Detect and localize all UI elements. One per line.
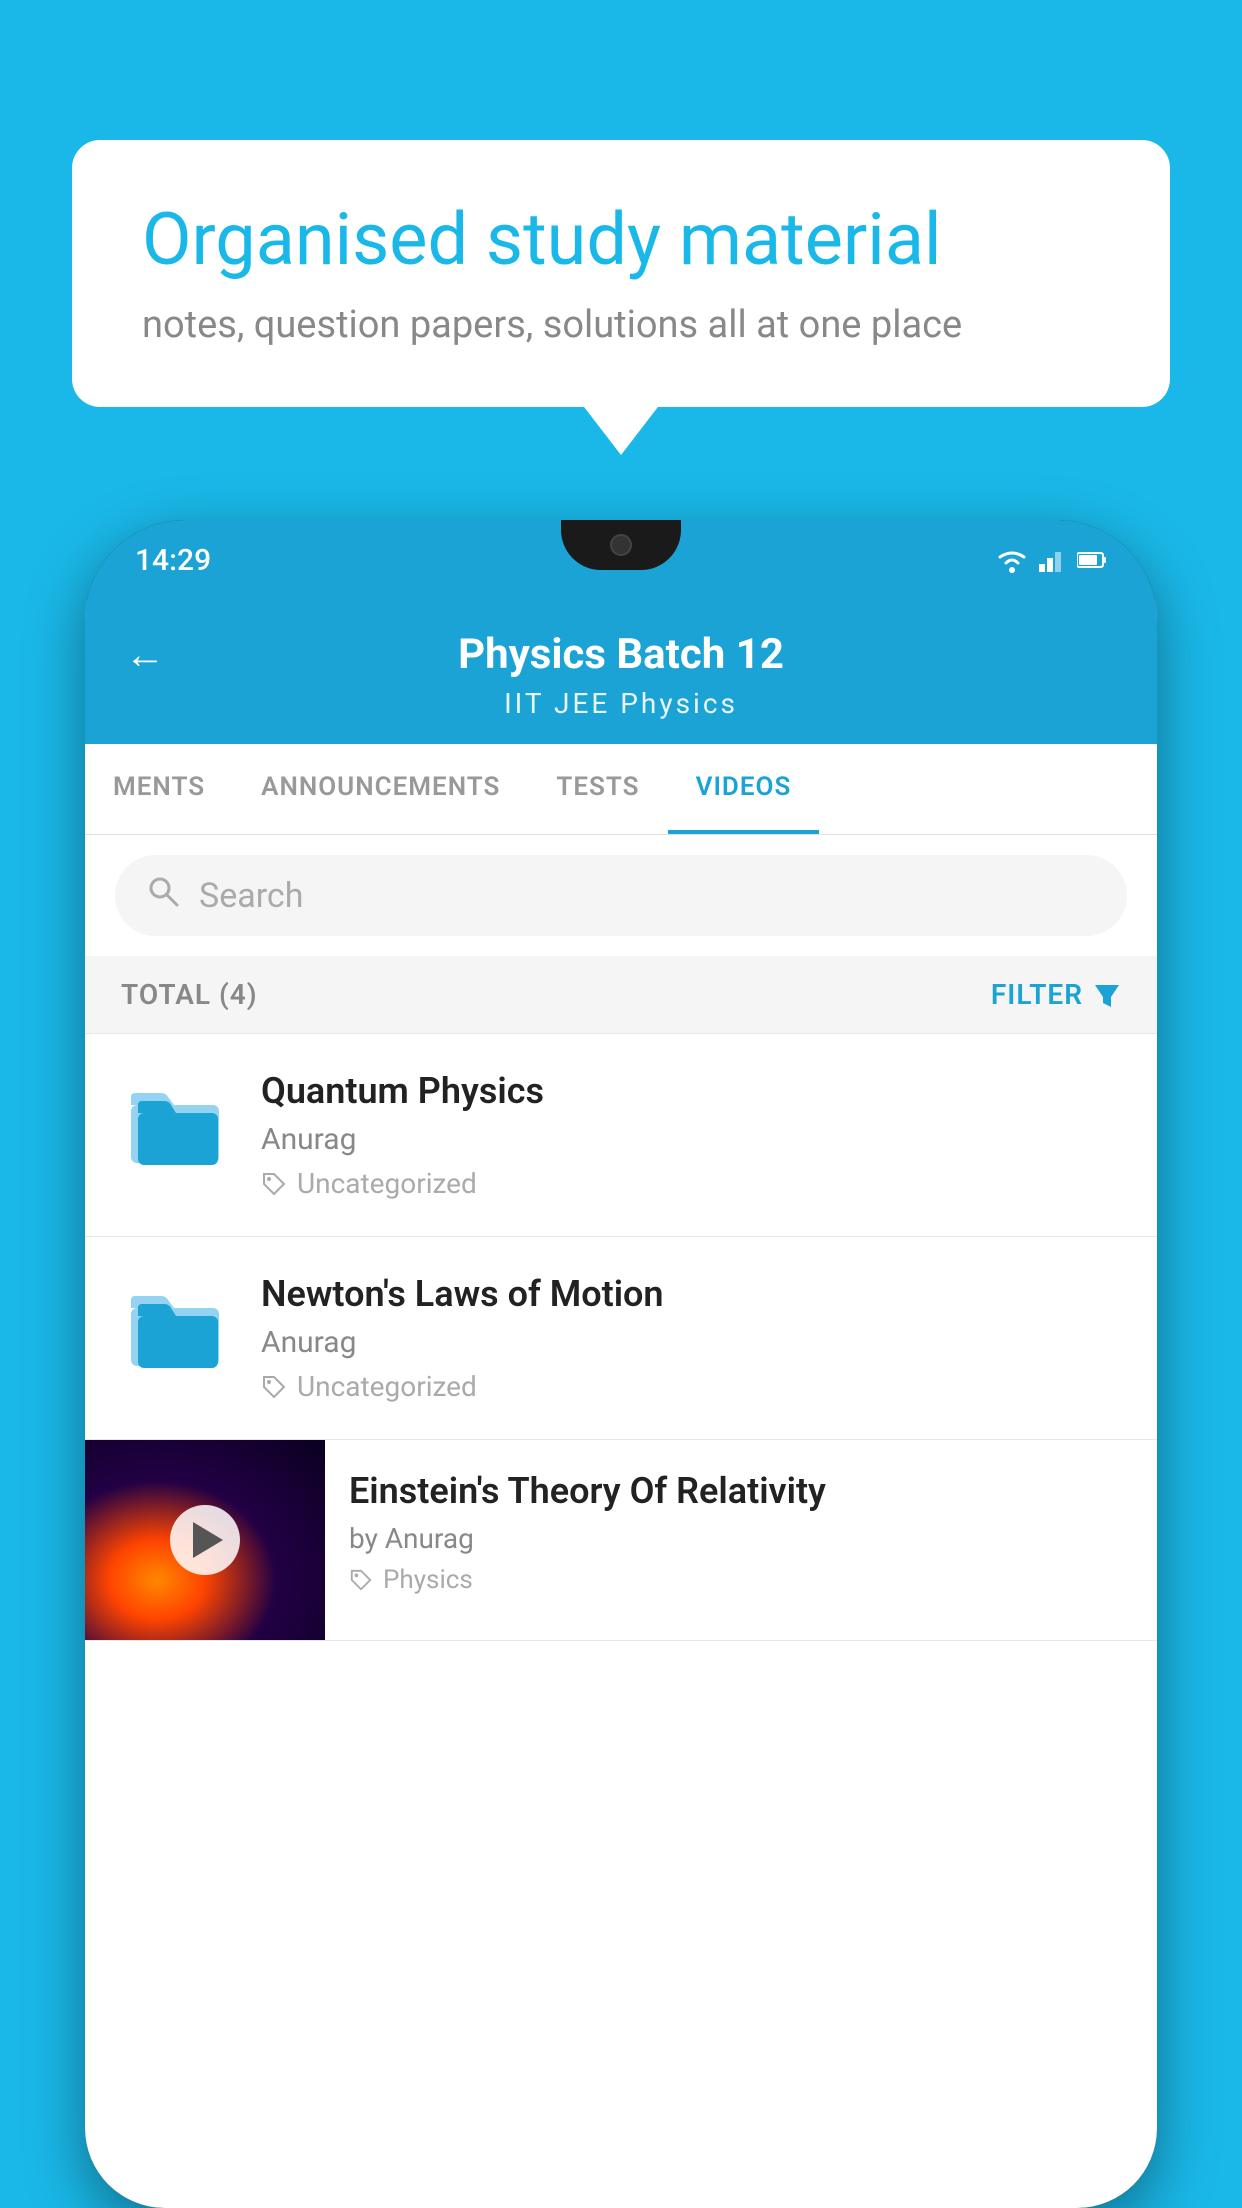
- wifi-icon: [995, 547, 1029, 573]
- video-title-1: Quantum Physics: [261, 1070, 1121, 1112]
- back-button[interactable]: ←: [125, 631, 165, 678]
- play-button[interactable]: [170, 1505, 240, 1575]
- tag-icon: [261, 1374, 287, 1400]
- video-tag-text-3: Physics: [383, 1565, 473, 1595]
- tag-icon: [261, 1171, 287, 1197]
- play-triangle-icon: [193, 1522, 223, 1558]
- video-tag-text-2: Uncategorized: [297, 1370, 477, 1403]
- phone-status-bar: 14:29: [85, 520, 1157, 600]
- app-header: ← Physics Batch 12 IIT JEE Physics: [85, 600, 1157, 744]
- video-author-1: Anurag: [261, 1122, 1121, 1157]
- header-title: Physics Batch 12: [458, 630, 784, 679]
- speech-bubble-container: Organised study material notes, question…: [72, 140, 1170, 407]
- phone-frame: 14:29: [85, 520, 1157, 2208]
- video-info-1: Quantum Physics Anurag Uncategorized: [261, 1070, 1121, 1200]
- status-time: 14:29: [135, 543, 211, 578]
- phone-screen: ← Physics Batch 12 IIT JEE Physics MENTS…: [85, 600, 1157, 2208]
- video-author-2: Anurag: [261, 1325, 1121, 1360]
- tabs-container: MENTS ANNOUNCEMENTS TESTS VIDEOS: [85, 744, 1157, 835]
- video-title-3: Einstein's Theory Of Relativity: [349, 1470, 1133, 1512]
- search-placeholder: Search: [199, 876, 303, 916]
- header-subtitle: IIT JEE Physics: [504, 687, 738, 720]
- tag-icon: [349, 1568, 373, 1592]
- phone-camera: [610, 534, 632, 556]
- speech-bubble-title: Organised study material: [142, 200, 1100, 279]
- search-icon: [145, 873, 181, 918]
- video-tag-1: Uncategorized: [261, 1167, 1121, 1200]
- phone-notch: [561, 520, 681, 570]
- video-title-2: Newton's Laws of Motion: [261, 1273, 1121, 1315]
- status-icons: [995, 547, 1107, 573]
- video-info-2: Newton's Laws of Motion Anurag Uncategor…: [261, 1273, 1121, 1403]
- video-thumb-1: [121, 1070, 231, 1180]
- battery-icon: [1077, 550, 1107, 570]
- search-box[interactable]: Search: [115, 855, 1127, 936]
- signal-icon: [1039, 548, 1067, 572]
- video-thumb-2: [121, 1273, 231, 1383]
- list-item[interactable]: Quantum Physics Anurag Uncategorized: [85, 1034, 1157, 1237]
- filter-row: TOTAL (4) FILTER: [85, 956, 1157, 1034]
- tab-videos[interactable]: VIDEOS: [668, 744, 820, 834]
- total-label: TOTAL (4): [121, 978, 258, 1011]
- folder-icon: [126, 1075, 226, 1175]
- video-tag-text-1: Uncategorized: [297, 1167, 477, 1200]
- tab-announcements[interactable]: ANNOUNCEMENTS: [233, 744, 528, 834]
- filter-label: FILTER: [991, 978, 1083, 1011]
- video-author-3: by Anurag: [349, 1522, 1133, 1555]
- filter-button[interactable]: FILTER: [991, 978, 1121, 1011]
- video-tag-2: Uncategorized: [261, 1370, 1121, 1403]
- tab-tests[interactable]: TESTS: [528, 744, 667, 834]
- video-info-3: Einstein's Theory Of Relativity by Anura…: [325, 1440, 1157, 1625]
- list-item[interactable]: Newton's Laws of Motion Anurag Uncategor…: [85, 1237, 1157, 1440]
- video-list: Quantum Physics Anurag Uncategorized: [85, 1034, 1157, 1641]
- header-subtitle-physics: Physics: [620, 687, 738, 720]
- list-item[interactable]: Einstein's Theory Of Relativity by Anura…: [85, 1440, 1157, 1641]
- tab-ments[interactable]: MENTS: [85, 744, 233, 834]
- search-container: Search: [85, 835, 1157, 956]
- app-header-top: ← Physics Batch 12: [125, 630, 1117, 679]
- speech-bubble: Organised study material notes, question…: [72, 140, 1170, 407]
- video-thumbnail-3: [85, 1440, 325, 1640]
- video-tag-3: Physics: [349, 1565, 1133, 1595]
- folder-icon: [126, 1278, 226, 1378]
- speech-bubble-subtitle: notes, question papers, solutions all at…: [142, 303, 1100, 347]
- filter-icon: [1093, 981, 1121, 1009]
- header-subtitle-iitjee: IIT JEE: [504, 687, 610, 720]
